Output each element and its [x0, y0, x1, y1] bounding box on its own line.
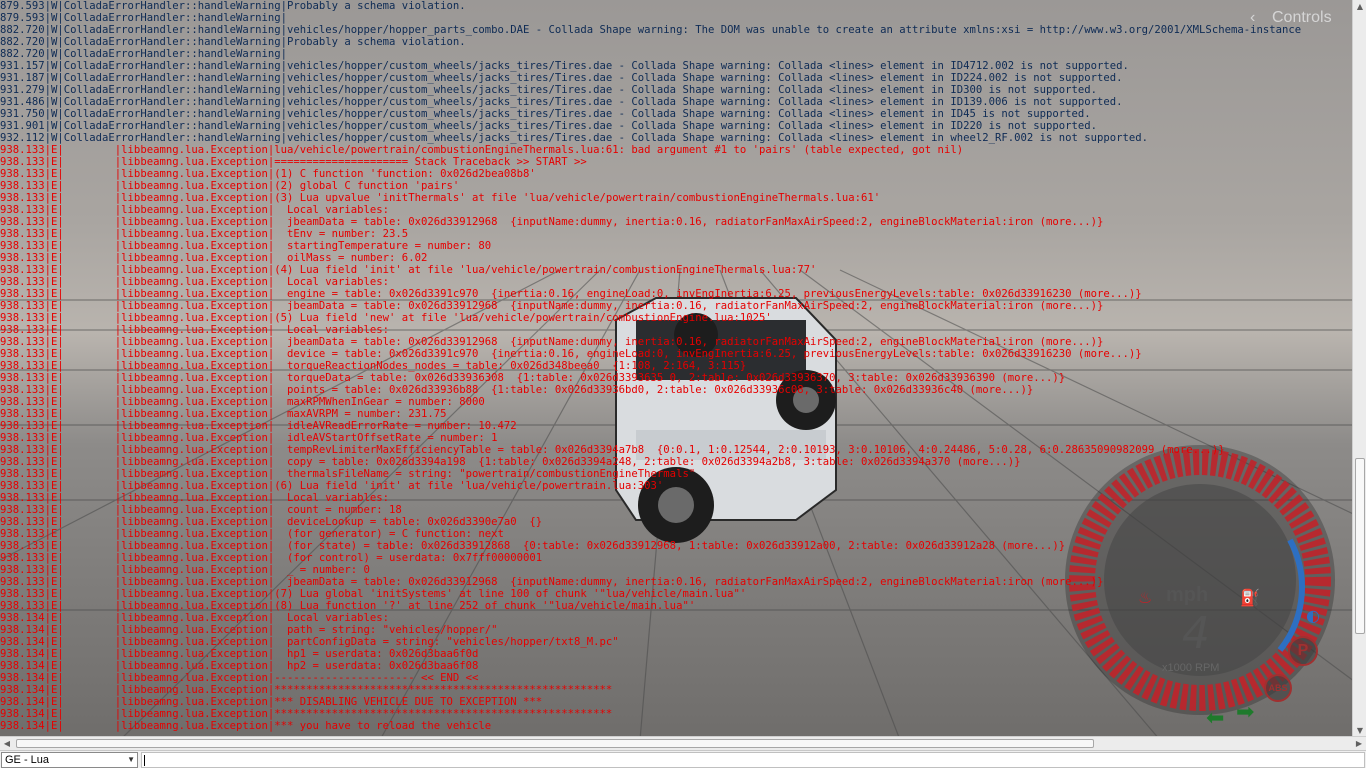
log-line-error: 938.133|E| |libbeamng.lua.Exception|====… [0, 156, 587, 168]
log-line-error: 938.133|E| |libbeamng.lua.Exception| Loc… [0, 492, 390, 504]
log-line-error: 938.133|E| |libbeamng.lua.Exception|(4) … [0, 264, 817, 276]
log-line-warning: 931.901|W|ColladaErrorHandler::handleWar… [0, 120, 1098, 132]
controls-label: Controls [1272, 9, 1332, 26]
log-line-error: 938.133|E| |libbeamng.lua.Exception| tem… [0, 444, 1225, 456]
log-line-error: 938.134|E| |libbeamng.lua.Exception|----… [0, 672, 479, 684]
chevron-left-icon: ‹ [1250, 9, 1256, 26]
log-line-error: 938.134|E| |libbeamng.lua.Exception|*** … [0, 696, 543, 708]
log-line-error: 938.133|E| |libbeamng.lua.Exception|(3) … [0, 192, 881, 204]
log-line-error: 938.133|E| |libbeamng.lua.Exception|(8) … [0, 600, 696, 612]
log-line-error: 938.133|E| |libbeamng.lua.Exception| Loc… [0, 204, 390, 216]
log-line-error: 938.133|E| |libbeamng.lua.Exception| Loc… [0, 324, 390, 336]
log-line-error: 938.133|E| |libbeamng.lua.Exception|(1) … [0, 168, 536, 180]
log-line-error: 938.133|E| |libbeamng.lua.Exception|(5) … [0, 312, 772, 324]
log-line-warning: 931.279|W|ColladaErrorHandler::handleWar… [0, 84, 1098, 96]
log-line-warning: 882.720|W|ColladaErrorHandler::handleWar… [0, 24, 1302, 36]
log-line-warning: 879.593|W|ColladaErrorHandler::handleWar… [0, 12, 288, 24]
log-line-error: 938.133|E| |libbeamng.lua.Exception| cou… [0, 504, 402, 516]
log-line-error: 938.134|E| |libbeamng.lua.Exception| par… [0, 636, 619, 648]
log-line-error: 938.134|E| |libbeamng.lua.Exception| pat… [0, 624, 498, 636]
log-line-error: 938.133|E| |libbeamng.lua.Exception| cop… [0, 456, 1021, 468]
log-line-error: 938.133|E| |libbeamng.lua.Exception| jbe… [0, 576, 1104, 588]
log-line-error: 938.134|E| |libbeamng.lua.Exception| Loc… [0, 612, 390, 624]
log-line-error: 938.133|E| |libbeamng.lua.Exception| poi… [0, 384, 1034, 396]
console-log[interactable]: 879.593|W|ColladaErrorHandler::handleWar… [0, 0, 1352, 736]
log-line-warning: 931.750|W|ColladaErrorHandler::handleWar… [0, 108, 1091, 120]
log-line-error: 938.133|E| |libbeamng.lua.Exception| dev… [0, 348, 1142, 360]
log-line-warning: 882.720|W|ColladaErrorHandler::handleWar… [0, 36, 466, 48]
log-line-error: 938.133|E| |libbeamng.lua.Exception| _ =… [0, 564, 370, 576]
log-line-error: 938.133|E| |libbeamng.lua.Exception| max… [0, 408, 447, 420]
log-line-error: 938.133|E| |libbeamng.lua.Exception|(7) … [0, 588, 747, 600]
log-line-warning: 931.157|W|ColladaErrorHandler::handleWar… [0, 60, 1129, 72]
log-line-error: 938.133|E| |libbeamng.lua.Exception| jbe… [0, 336, 1104, 348]
horizontal-scroll-thumb[interactable] [16, 739, 1094, 748]
controls-toggle-button[interactable]: ‹ Controls [1250, 8, 1348, 30]
scroll-right-icon[interactable]: ▶ [1352, 737, 1366, 751]
log-line-warning: 931.486|W|ColladaErrorHandler::handleWar… [0, 96, 1123, 108]
log-line-error: 938.134|E| |libbeamng.lua.Exception| hp2… [0, 660, 479, 672]
log-line-error: 938.134|E| |libbeamng.lua.Exception|*** … [0, 720, 492, 732]
text-caret [144, 755, 145, 766]
log-line-error: 938.133|E| |libbeamng.lua.Exception| tor… [0, 372, 1066, 384]
log-line-error: 938.133|E| |libbeamng.lua.Exception| eng… [0, 288, 1142, 300]
log-line-error: 938.133|E| |libbeamng.lua.Exception| sta… [0, 240, 492, 252]
log-line-error: 938.133|E| |libbeamng.lua.Exception|(6) … [0, 480, 664, 492]
scroll-left-icon[interactable]: ◀ [0, 737, 14, 751]
vertical-scroll-thumb[interactable] [1355, 458, 1365, 634]
log-line-error: 938.133|E| |libbeamng.lua.Exception| (fo… [0, 540, 1066, 552]
log-line-error: 938.133|E| |libbeamng.lua.Exception| idl… [0, 420, 517, 432]
horizontal-scrollbar[interactable]: ◀ ▶ [0, 736, 1366, 750]
console-input-bar: GE - Lua ▼ [0, 750, 1366, 768]
context-select[interactable]: GE - Lua ▼ [1, 752, 138, 768]
log-line-error: 938.133|E| |libbeamng.lua.Exception|lua/… [0, 144, 964, 156]
log-line-error: 938.133|E| |libbeamng.lua.Exception|(2) … [0, 180, 460, 192]
log-line-error: 938.133|E| |libbeamng.lua.Exception| (fo… [0, 528, 504, 540]
log-line-error: 938.133|E| |libbeamng.lua.Exception| oil… [0, 252, 428, 264]
log-line-error: 938.134|E| |libbeamng.lua.Exception| hp1… [0, 648, 479, 660]
log-line-error: 938.133|E| |libbeamng.lua.Exception| jbe… [0, 216, 1104, 228]
log-line-error: 938.133|E| |libbeamng.lua.Exception| max… [0, 396, 485, 408]
log-line-error: 938.133|E| |libbeamng.lua.Exception| idl… [0, 432, 498, 444]
log-line-error: 938.133|E| |libbeamng.lua.Exception| jbe… [0, 300, 1104, 312]
log-line-error: 938.133|E| |libbeamng.lua.Exception| Loc… [0, 276, 390, 288]
chevron-down-icon: ▼ [127, 755, 135, 764]
log-line-error: 938.134|E| |libbeamng.lua.Exception|****… [0, 684, 613, 696]
log-line-error: 938.134|E| |libbeamng.lua.Exception|****… [0, 708, 613, 720]
log-line-error: 938.133|E| |libbeamng.lua.Exception| (fo… [0, 552, 543, 564]
log-line-error: 938.133|E| |libbeamng.lua.Exception| the… [0, 468, 696, 480]
vertical-scrollbar[interactable]: ▲ ▼ [1352, 0, 1366, 740]
log-line-error: 938.133|E| |libbeamng.lua.Exception| tor… [0, 360, 747, 372]
log-line-warning: 931.187|W|ColladaErrorHandler::handleWar… [0, 72, 1123, 84]
log-line-error: 938.133|E| |libbeamng.lua.Exception| dev… [0, 516, 543, 528]
command-input[interactable] [141, 752, 1365, 768]
log-line-warning: 879.593|W|ColladaErrorHandler::handleWar… [0, 0, 466, 12]
scroll-up-icon[interactable]: ▲ [1353, 0, 1366, 14]
log-line-warning: 882.720|W|ColladaErrorHandler::handleWar… [0, 48, 288, 60]
context-select-value: GE - Lua [5, 754, 50, 766]
log-line-error: 938.133|E| |libbeamng.lua.Exception| tEn… [0, 228, 409, 240]
log-line-warning: 932.112|W|ColladaErrorHandler::handleWar… [0, 132, 1149, 144]
